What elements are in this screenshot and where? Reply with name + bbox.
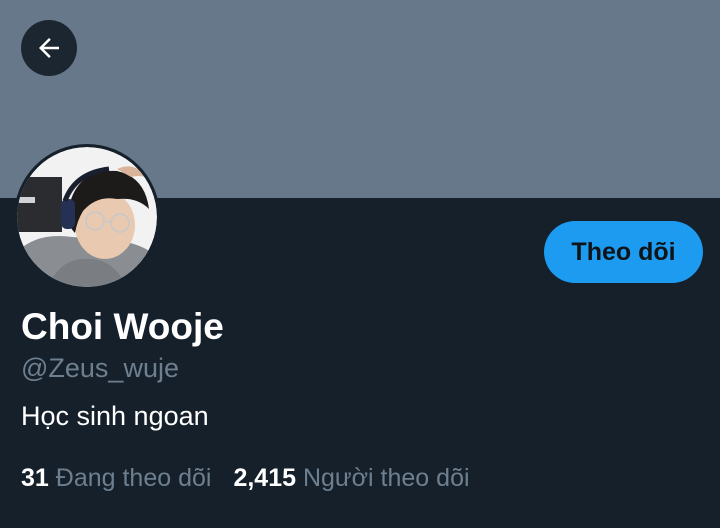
profile-bio: Học sinh ngoan	[21, 401, 209, 431]
profile-handle: @Zeus_wuje	[21, 353, 179, 383]
following-count: 31	[21, 464, 49, 492]
follow-button-label: Theo dõi	[571, 237, 676, 266]
followers-label: Người theo dõi	[302, 464, 470, 492]
back-button[interactable]	[21, 20, 77, 76]
followers-stat-link[interactable]: 2,415 Người theo dõi	[233, 461, 469, 495]
following-stat-link[interactable]: 31 Đang theo dõi	[21, 461, 211, 495]
arrow-left-icon	[39, 38, 59, 58]
profile-page: Theo dõi Choi Wooje @Zeus_wuje Học sinh …	[0, 0, 720, 528]
avatar[interactable]	[14, 144, 160, 290]
profile-display-name: Choi Wooje	[21, 306, 224, 347]
followers-count: 2,415	[233, 464, 297, 492]
profile-stats: 31 Đang theo dõi 2,415 Người theo dõi	[21, 461, 470, 495]
following-label: Đang theo dõi	[55, 464, 212, 492]
follow-button[interactable]: Theo dõi	[544, 221, 703, 283]
avatar-photo	[17, 147, 157, 287]
